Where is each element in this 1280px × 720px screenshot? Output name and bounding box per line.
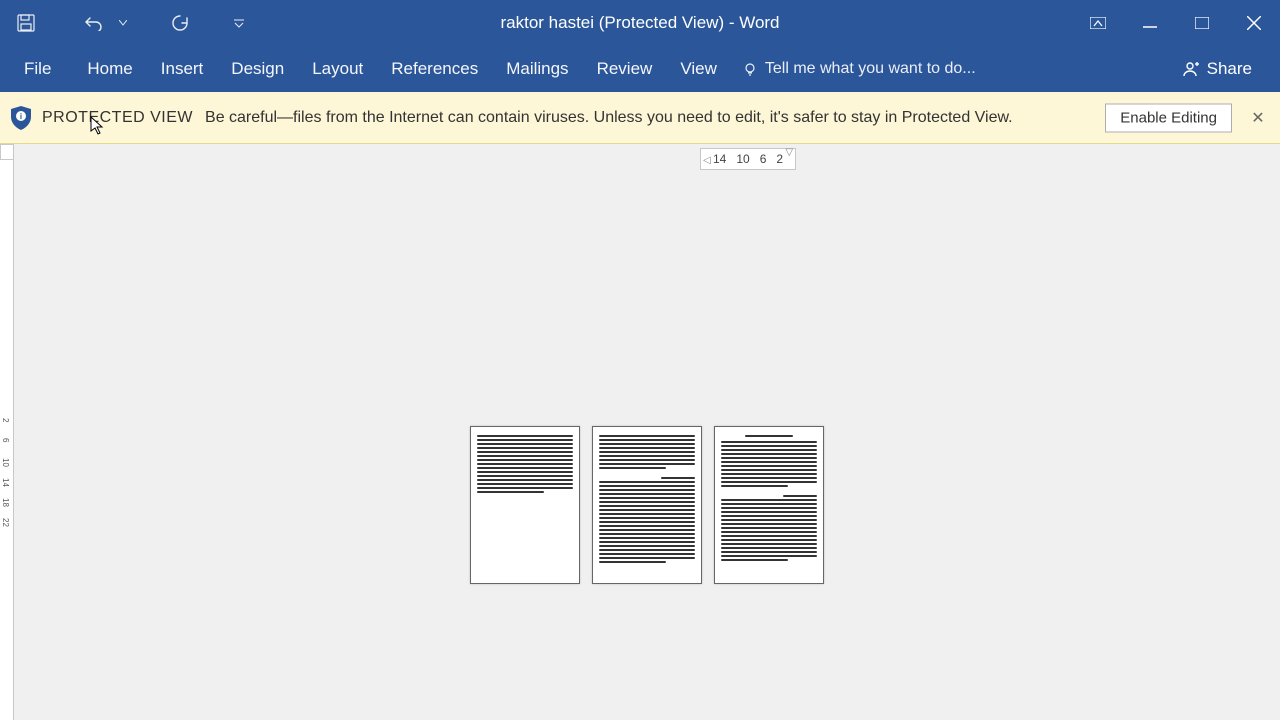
- vruler-tick: 6: [1, 438, 10, 442]
- tab-mailings[interactable]: Mailings: [492, 46, 582, 92]
- protected-view-message: Be careful—files from the Internet can c…: [205, 107, 1013, 129]
- protected-view-bar: i PROTECTED VIEW Be careful—files from t…: [0, 92, 1280, 144]
- close-protected-view-button[interactable]: ✕: [1248, 108, 1268, 128]
- page-thumbnail[interactable]: [714, 426, 824, 584]
- share-label: Share: [1207, 59, 1252, 79]
- lightbulb-icon: [743, 62, 757, 76]
- redo-button[interactable]: [160, 0, 200, 46]
- minimize-button[interactable]: [1124, 0, 1176, 46]
- vruler-tick: 18: [1, 498, 10, 507]
- quick-access-toolbar: [0, 0, 250, 46]
- tab-references[interactable]: References: [377, 46, 492, 92]
- customize-qat-button[interactable]: [228, 0, 250, 46]
- tab-layout[interactable]: Layout: [298, 46, 377, 92]
- title-bar: raktor hastei (Protected View) - Word: [0, 0, 1280, 46]
- document-area[interactable]: [14, 170, 1280, 720]
- vruler-tick: 14: [1, 478, 10, 487]
- window-controls: [1072, 0, 1280, 46]
- ribbon-display-options[interactable]: [1072, 0, 1124, 46]
- save-button[interactable]: [6, 0, 46, 46]
- tell-me-placeholder: Tell me what you want to do...: [765, 60, 976, 78]
- tab-design[interactable]: Design: [217, 46, 298, 92]
- tab-home[interactable]: Home: [73, 46, 146, 92]
- vertical-ruler: 2 6 10 14 18 22: [0, 160, 14, 720]
- protected-view-title: PROTECTED VIEW: [42, 109, 193, 127]
- hruler-tick: 14: [713, 152, 726, 166]
- svg-text:i: i: [20, 112, 22, 121]
- hruler-tick: 10: [736, 152, 749, 166]
- page-thumbnails: [470, 426, 824, 584]
- close-button[interactable]: [1228, 0, 1280, 46]
- maximize-button[interactable]: [1176, 0, 1228, 46]
- hruler-tick: 2: [776, 152, 783, 166]
- page-thumbnail[interactable]: [470, 426, 580, 584]
- tab-view[interactable]: View: [666, 46, 731, 92]
- vruler-tick: 22: [1, 518, 10, 527]
- page-thumbnail[interactable]: [592, 426, 702, 584]
- ribbon-tabs: File Home Insert Design Layout Reference…: [0, 46, 1280, 92]
- tab-file[interactable]: File: [10, 46, 65, 92]
- indent-marker-left-icon[interactable]: ◁: [703, 155, 711, 166]
- vruler-tick: 2: [1, 418, 10, 422]
- undo-button[interactable]: [74, 0, 114, 46]
- indent-marker-right-icon[interactable]: ▽: [785, 147, 793, 158]
- tell-me-search[interactable]: Tell me what you want to do...: [743, 60, 976, 78]
- share-button[interactable]: Share: [1163, 46, 1270, 92]
- horizontal-ruler: ◁ 14 10 6 2 ▽: [700, 148, 796, 170]
- hruler-tick: 6: [760, 152, 767, 166]
- shield-icon: i: [10, 105, 32, 131]
- ruler-corner: [0, 144, 14, 160]
- share-icon: [1181, 60, 1199, 78]
- document-title: raktor hastei (Protected View) - Word: [500, 13, 779, 33]
- vruler-tick: 10: [1, 458, 10, 467]
- enable-editing-button[interactable]: Enable Editing: [1105, 103, 1232, 132]
- tab-insert[interactable]: Insert: [147, 46, 218, 92]
- undo-dropdown[interactable]: [114, 0, 132, 46]
- tab-review[interactable]: Review: [583, 46, 667, 92]
